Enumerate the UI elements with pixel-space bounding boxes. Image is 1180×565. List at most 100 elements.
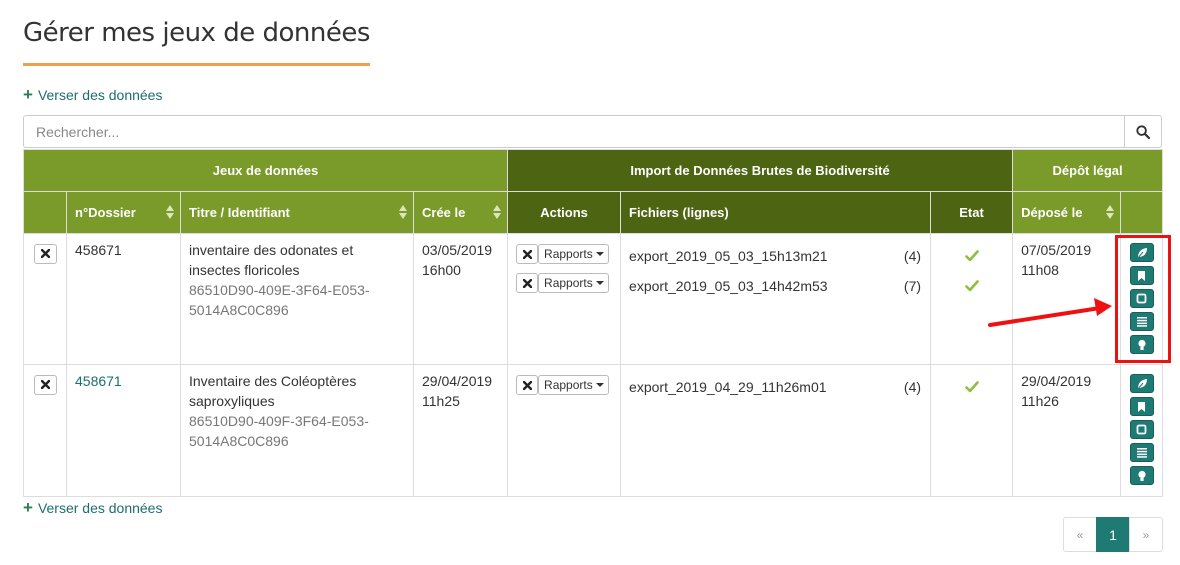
file-name: export_2019_04_29_11h26m01 xyxy=(629,379,827,395)
check-icon xyxy=(964,250,979,262)
caret-down-icon xyxy=(595,252,604,256)
plus-icon: + xyxy=(23,85,33,104)
dossier-cell: 458671 xyxy=(66,364,181,497)
plus-icon: + xyxy=(23,498,33,517)
add-dataset-label: Verser des données xyxy=(37,500,163,516)
bulb-button[interactable] xyxy=(1129,335,1154,354)
col-header-titre-label: Titre / Identifiant xyxy=(189,205,290,220)
search-bar xyxy=(23,115,1162,148)
rapports-dropdown[interactable]: Rapports xyxy=(538,273,609,293)
bookmark-button[interactable] xyxy=(1129,266,1154,285)
list-button[interactable] xyxy=(1129,312,1154,331)
rapports-dropdown[interactable]: Rapports xyxy=(538,375,609,395)
check-icon xyxy=(964,280,979,292)
square-button[interactable] xyxy=(1129,289,1154,308)
title-cell: inventaire des odonates et insectes flor… xyxy=(180,233,414,365)
created-cell: 29/04/2019 11h25 xyxy=(412,364,509,497)
table-row: 458671 Inventaire des Coléoptères saprox… xyxy=(23,364,1164,497)
col-header-depose-label: Déposé le xyxy=(1021,205,1083,220)
file-line-count: (4) xyxy=(903,248,922,264)
col-header-cree-label: Crée le xyxy=(422,205,466,220)
page-title: Gérer mes jeux de données xyxy=(23,14,370,66)
rapports-label: Rapports xyxy=(544,378,593,392)
leaf-icon xyxy=(1136,378,1147,390)
bookmark-button[interactable] xyxy=(1129,397,1154,416)
file-line-count: (7) xyxy=(903,278,922,294)
delete-dataset-button[interactable] xyxy=(33,243,57,264)
bulb-icon xyxy=(1137,339,1146,350)
row-select-cell xyxy=(23,364,67,497)
list-button[interactable] xyxy=(1129,443,1154,462)
close-icon xyxy=(522,380,532,390)
check-icon xyxy=(964,381,979,393)
delete-dataset-button[interactable] xyxy=(33,374,57,395)
etat-cell xyxy=(930,364,1014,497)
file-name: export_2019_05_03_14h42m53 xyxy=(629,278,828,294)
leaf-button[interactable] xyxy=(1129,374,1154,393)
etat-cell xyxy=(930,233,1014,365)
caret-down-icon xyxy=(595,383,604,387)
sort-icon xyxy=(166,205,174,219)
square-icon xyxy=(1136,293,1147,304)
leaf-icon xyxy=(1136,247,1147,259)
search-input[interactable] xyxy=(23,115,1124,148)
square-button[interactable] xyxy=(1129,420,1154,439)
rapports-dropdown[interactable]: Rapports xyxy=(538,244,609,264)
list-icon xyxy=(1136,317,1147,327)
deposited-cell: 07/05/2019 11h08 xyxy=(1012,233,1122,365)
actions-cell: Rapports Rapports xyxy=(507,233,622,365)
add-dataset-link[interactable]: + Verser des données xyxy=(23,86,162,104)
files-cell: export_2019_05_03_15h13m21 (4) export_201… xyxy=(620,233,932,365)
dossier-link[interactable]: 458671 xyxy=(75,373,122,389)
pagination-current[interactable]: 1 xyxy=(1096,517,1130,552)
col-header-titre[interactable]: Titre / Identifiant xyxy=(180,191,414,234)
group-header-datasets: Jeux de données xyxy=(22,149,509,192)
search-icon xyxy=(1136,124,1150,139)
add-dataset-label: Verser des données xyxy=(37,87,163,103)
group-header-depot: Dépôt légal xyxy=(1012,149,1164,192)
bulb-button[interactable] xyxy=(1129,466,1154,485)
sort-icon xyxy=(399,205,407,219)
file-entry: export_2019_05_03_14h42m53 (7) xyxy=(629,271,922,301)
bookmark-icon xyxy=(1138,401,1146,412)
deposited-cell: 29/04/2019 11h26 xyxy=(1012,364,1122,497)
delete-file-button[interactable] xyxy=(516,375,539,395)
pagination-next[interactable]: » xyxy=(1129,517,1163,552)
actions-cell: Rapports xyxy=(507,364,622,497)
col-header-dossier-label: n°Dossier xyxy=(75,205,136,220)
bulb-icon xyxy=(1137,470,1146,481)
sort-icon xyxy=(1106,205,1115,219)
search-button[interactable] xyxy=(1124,115,1162,148)
close-icon xyxy=(40,249,50,258)
add-dataset-link-bottom[interactable]: + Verser des données xyxy=(23,499,162,517)
tools-cell xyxy=(1120,233,1164,365)
pagination-prev[interactable]: « xyxy=(1063,517,1097,552)
dossier-cell: 458671 xyxy=(66,233,181,365)
rapports-label: Rapports xyxy=(544,247,593,261)
dataset-title: inventaire des odonates et insectes flor… xyxy=(189,242,354,278)
col-header-cree[interactable]: Crée le xyxy=(412,191,509,234)
table-row: 458671 inventaire des odonates et insect… xyxy=(23,233,1164,365)
col-header-fichiers: Fichiers (lignes) xyxy=(620,191,932,234)
col-header-depose[interactable]: Déposé le xyxy=(1012,191,1122,234)
delete-file-button[interactable] xyxy=(516,244,539,264)
sort-icon xyxy=(493,205,502,219)
col-header-select xyxy=(23,191,67,234)
dataset-identifier: 86510D90-409E-3F64-E053-5014A8C0C896 xyxy=(189,282,370,318)
file-entry: export_2019_04_29_11h26m01 (4) xyxy=(629,372,922,402)
rapports-label: Rapports xyxy=(544,276,593,290)
dataset-identifier: 86510D90-409F-3F64-E053-5014A8C0C896 xyxy=(189,413,369,449)
close-icon xyxy=(522,249,532,259)
close-icon xyxy=(522,278,532,288)
leaf-button[interactable] xyxy=(1129,243,1154,262)
close-icon xyxy=(40,380,50,389)
col-header-dossier[interactable]: n°Dossier xyxy=(66,191,181,234)
delete-file-button[interactable] xyxy=(516,273,539,293)
datasets-table: Jeux de données Import de Données Brutes… xyxy=(22,149,1164,497)
created-cell: 03/05/2019 16h00 xyxy=(412,233,509,365)
tools-cell xyxy=(1120,364,1164,497)
title-cell: Inventaire des Coléoptères saproxyliques… xyxy=(180,364,414,497)
file-name: export_2019_05_03_15h13m21 xyxy=(629,248,828,264)
list-icon xyxy=(1136,448,1147,458)
bookmark-icon xyxy=(1138,270,1146,281)
